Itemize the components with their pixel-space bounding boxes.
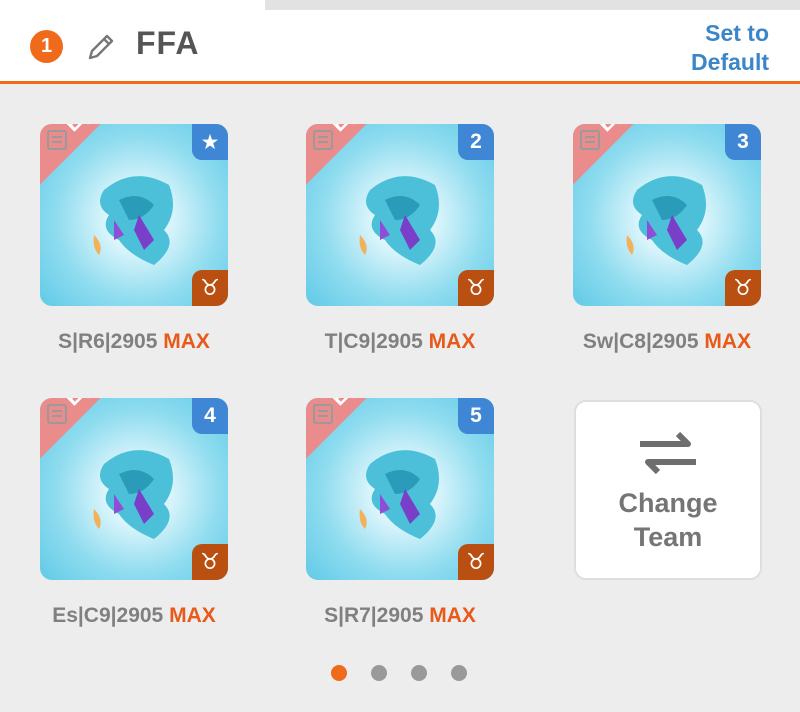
team-name[interactable]: FFA <box>136 25 199 62</box>
card-label: Es|C9|2905 MAX <box>14 604 254 628</box>
max-tag: MAX <box>429 604 476 627</box>
top-strip <box>265 0 800 10</box>
change-team-line2: Team <box>633 522 703 552</box>
top-tab[interactable] <box>0 0 265 10</box>
card-info-icon[interactable] <box>306 124 344 160</box>
change-team-button[interactable]: Change Team <box>574 400 762 580</box>
dragon-image <box>626 176 706 265</box>
dragon-card[interactable]: Epic 2 ♉ <box>306 124 494 306</box>
card-info-icon[interactable] <box>573 124 611 160</box>
dragon-image <box>359 450 439 539</box>
card-label: T|C9|2905 MAX <box>280 330 520 354</box>
slot-badge: ★ <box>192 124 228 160</box>
taurus-icon: ♉ <box>725 270 761 306</box>
taurus-icon: ♉ <box>458 270 494 306</box>
max-tag: MAX <box>169 604 216 627</box>
page-dot-1[interactable] <box>331 665 347 681</box>
page-dot-4[interactable] <box>451 665 467 681</box>
change-team-label: Change Team <box>598 486 738 554</box>
change-team-line1: Change <box>618 488 718 518</box>
taurus-icon: ♉ <box>192 270 228 306</box>
page-dot-2[interactable] <box>371 665 387 681</box>
swap-arrows-icon <box>640 431 696 475</box>
dragon-card[interactable]: Epic 4 ♉ <box>40 398 228 580</box>
dragon-card[interactable]: Epic 3 ♉ <box>573 124 761 306</box>
team-header: 1 FFA Set to Default <box>0 10 800 84</box>
taurus-icon: ♉ <box>192 544 228 580</box>
card-label-text: Sw|C8|2905 <box>582 330 699 353</box>
card-label: S|R7|2905 MAX <box>280 604 520 628</box>
card-label: Sw|C8|2905 MAX <box>547 330 787 354</box>
set-default-line1: Set to <box>705 20 769 46</box>
pencil-icon[interactable] <box>84 30 118 64</box>
card-label-text: S|R7|2905 <box>324 604 424 627</box>
card-label: S|R6|2905 MAX <box>14 330 254 354</box>
page-dot-3[interactable] <box>411 665 427 681</box>
card-info-icon[interactable] <box>40 124 78 160</box>
max-tag: MAX <box>704 330 752 353</box>
card-label-text: T|C9|2905 <box>324 330 423 353</box>
dragon-image <box>93 450 173 539</box>
card-label-text: Es|C9|2905 <box>52 604 164 627</box>
max-tag: MAX <box>428 330 476 353</box>
slot-badge: 3 <box>725 124 761 160</box>
dragon-card[interactable]: Epic ★ ♉ <box>40 124 228 306</box>
set-default-line2: Default <box>691 49 769 75</box>
card-info-icon[interactable] <box>306 398 344 434</box>
card-label-text: S|R6|2905 <box>58 330 158 353</box>
slot-badge: 4 <box>192 398 228 434</box>
dragon-image <box>359 176 439 265</box>
team-number-badge: 1 <box>30 30 63 63</box>
set-to-default-button[interactable]: Set to Default <box>691 19 769 77</box>
card-info-icon[interactable] <box>40 398 78 434</box>
dragon-card[interactable]: Epic 5 ♉ <box>306 398 494 580</box>
dragon-image <box>93 176 173 265</box>
max-tag: MAX <box>163 330 210 353</box>
taurus-icon: ♉ <box>458 544 494 580</box>
slot-badge: 5 <box>458 398 494 434</box>
page-indicator <box>331 665 467 681</box>
slot-badge: 2 <box>458 124 494 160</box>
